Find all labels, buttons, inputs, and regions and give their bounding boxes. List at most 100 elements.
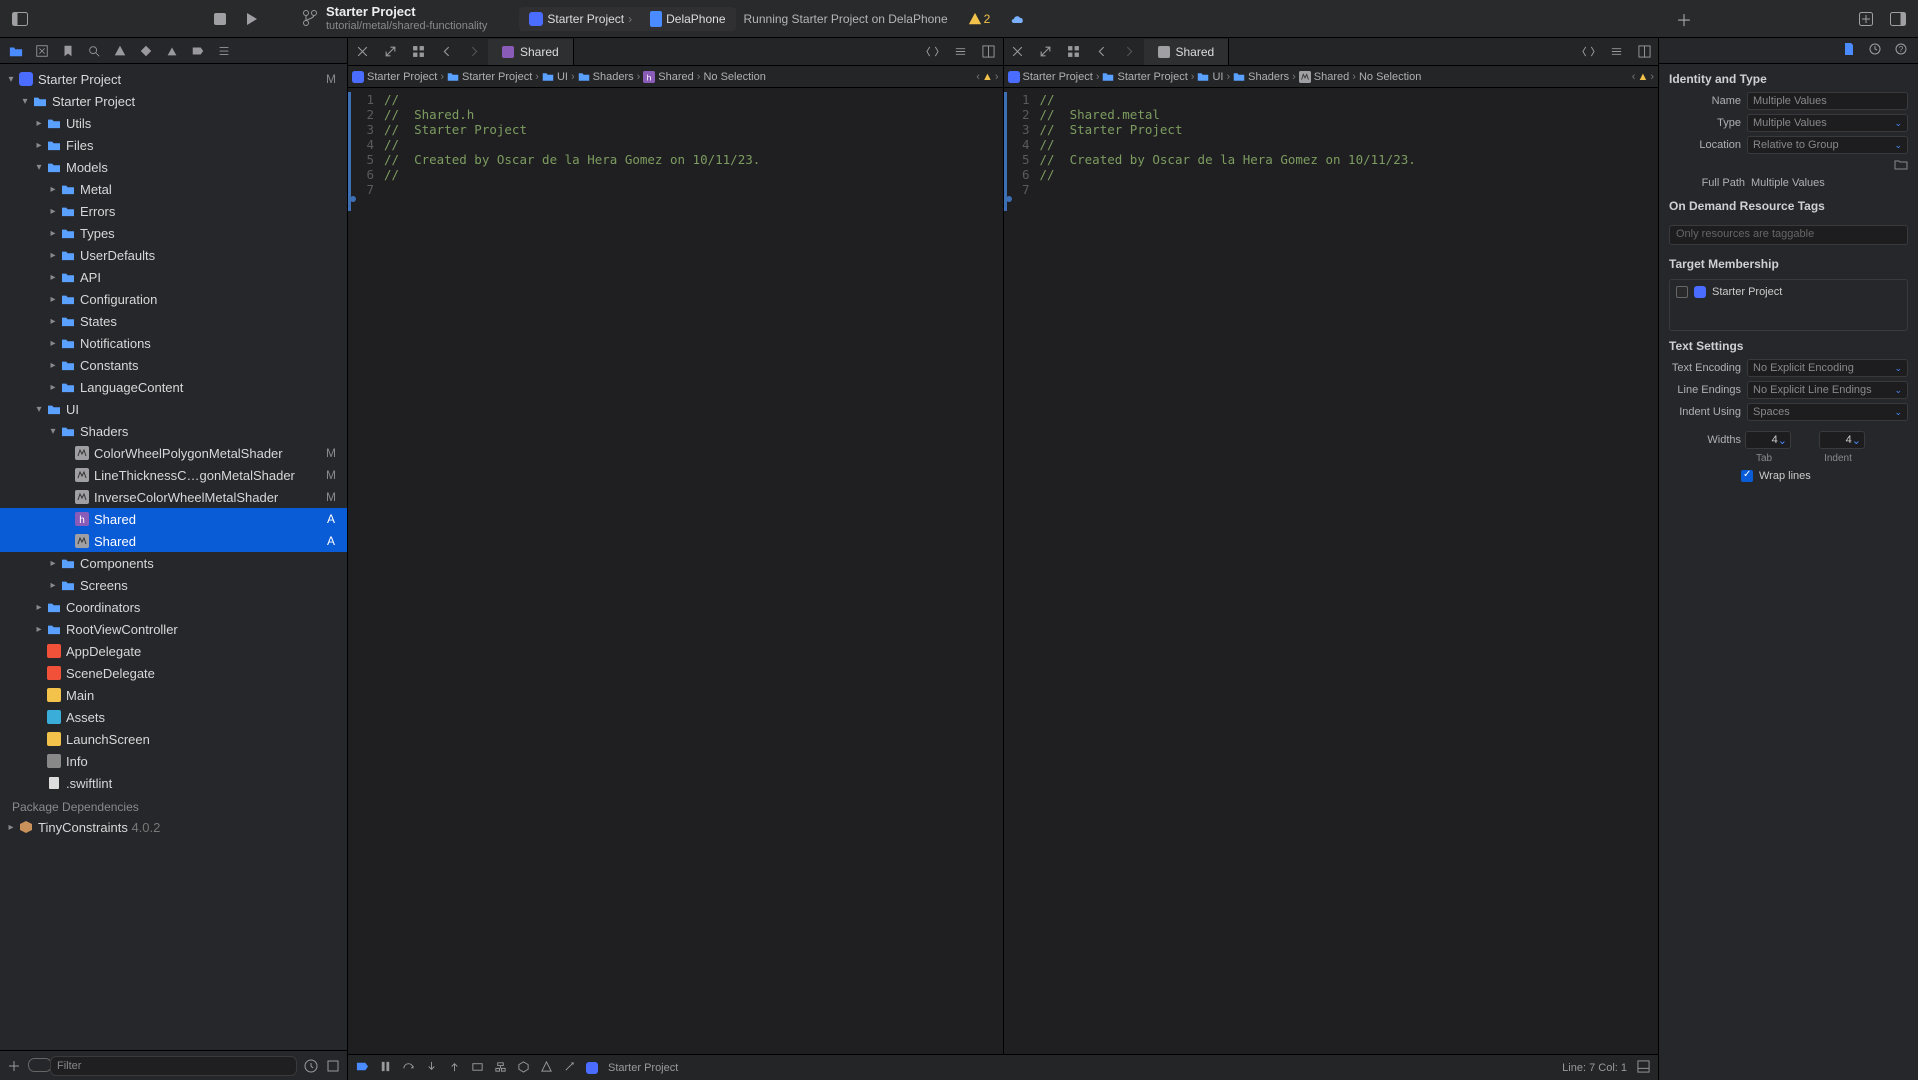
related-items-button[interactable] xyxy=(1060,38,1088,65)
source-control-navigator-tab[interactable] xyxy=(34,43,50,59)
related-items-button[interactable] xyxy=(404,38,432,65)
environment-overrides-button[interactable] xyxy=(540,1060,553,1076)
code-line[interactable]: 4// xyxy=(1004,137,1659,152)
tree-node[interactable]: ▸API xyxy=(0,266,347,288)
target-checkbox[interactable] xyxy=(1676,286,1688,298)
step-into-button[interactable] xyxy=(448,1060,461,1076)
tree-node[interactable]: .swiftlint xyxy=(0,772,347,794)
disclosure-triangle[interactable]: ▾ xyxy=(34,162,44,173)
tree-node[interactable]: ColorWheelPolygonMetalShaderM xyxy=(0,442,347,464)
tab-width-stepper[interactable]: 4 ⌄ xyxy=(1745,431,1791,449)
issues-button[interactable]: 2 xyxy=(968,12,991,26)
library-button[interactable] xyxy=(1854,7,1878,31)
encoding-select[interactable]: No Explicit Encoding⌄ xyxy=(1747,359,1908,377)
issues-navigator-tab[interactable] xyxy=(112,43,128,59)
tree-node[interactable]: ▸Metal xyxy=(0,178,347,200)
add-file-button[interactable] xyxy=(6,1058,22,1074)
wrap-lines-checkbox[interactable] xyxy=(1741,470,1753,482)
code-line[interactable]: 7 xyxy=(1004,182,1659,197)
toggle-inspector-button[interactable] xyxy=(1886,7,1910,31)
jumpbar-prev[interactable]: ‹ xyxy=(1632,71,1636,83)
toggle-navigator-button[interactable] xyxy=(8,7,32,31)
tree-node[interactable]: ▸Utils xyxy=(0,112,347,134)
adjust-editor-options-button[interactable] xyxy=(947,38,975,65)
jumpbar-crumb[interactable]: Shaders xyxy=(1233,71,1289,83)
odr-tags-field[interactable]: Only resources are taggable xyxy=(1669,225,1908,245)
disclosure-triangle[interactable]: ▸ xyxy=(48,272,58,283)
jumpbar-prev[interactable]: ‹ xyxy=(976,71,980,83)
jumpbar-crumb[interactable]: Shared xyxy=(1299,71,1349,83)
code-line[interactable]: 6// xyxy=(348,167,1003,182)
disclosure-triangle[interactable]: ▸ xyxy=(48,580,58,591)
tree-node[interactable]: ▸Files xyxy=(0,134,347,156)
tree-node[interactable]: SharedA xyxy=(0,530,347,552)
disclosure-triangle[interactable]: ▸ xyxy=(48,294,58,305)
code-line[interactable]: 1// xyxy=(348,92,1003,107)
close-tab-button[interactable] xyxy=(348,38,376,65)
tree-node[interactable]: ▸Constants xyxy=(0,354,347,376)
tree-node[interactable]: ▾Starter ProjectM xyxy=(0,68,347,90)
close-tab-button[interactable] xyxy=(1004,38,1032,65)
disclosure-triangle[interactable]: ▸ xyxy=(48,316,58,327)
disclosure-triangle[interactable]: ▸ xyxy=(48,250,58,261)
adjust-editor-options-button[interactable] xyxy=(1602,38,1630,65)
add-editor-tab-button[interactable]: ＋ xyxy=(1670,7,1698,31)
step-over-button[interactable] xyxy=(425,1060,438,1076)
tree-node[interactable]: ▸TinyConstraints 4.0.2 xyxy=(0,816,347,838)
disclosure-triangle[interactable]: ▾ xyxy=(6,74,16,85)
tree-node[interactable]: ▸LanguageContent xyxy=(0,376,347,398)
tree-node[interactable]: AppDelegate xyxy=(0,640,347,662)
code-line[interactable]: 5// Created by Oscar de la Hera Gomez on… xyxy=(348,152,1003,167)
disclosure-triangle[interactable]: ▸ xyxy=(34,140,44,151)
indent-width-stepper[interactable]: 4 ⌄ xyxy=(1819,431,1865,449)
tree-node[interactable]: LaunchScreen xyxy=(0,728,347,750)
tree-node[interactable]: ▸Notifications xyxy=(0,332,347,354)
memory-graph-button[interactable] xyxy=(517,1060,530,1076)
tree-node[interactable]: hSharedA xyxy=(0,508,347,530)
forward-button[interactable] xyxy=(1116,38,1144,65)
tree-node[interactable]: ▾Shaders xyxy=(0,420,347,442)
cloud-status-button[interactable] xyxy=(1006,7,1030,31)
disclosure-triangle[interactable]: ▸ xyxy=(48,360,58,371)
tree-node[interactable]: ▸Coordinators xyxy=(0,596,347,618)
debug-target[interactable]: Starter Project xyxy=(608,1062,678,1074)
disclosure-triangle[interactable]: ▸ xyxy=(48,558,58,569)
expand-editor-button[interactable] xyxy=(376,38,404,65)
find-navigator-tab[interactable] xyxy=(86,43,102,59)
tree-node[interactable]: ▸States xyxy=(0,310,347,332)
jumpbar-crumb[interactable]: Starter Project xyxy=(1008,71,1093,83)
jumpbar-next[interactable]: › xyxy=(995,71,999,83)
project-navigator-tab[interactable] xyxy=(8,43,24,59)
history-inspector-tab[interactable] xyxy=(1868,42,1882,59)
disclosure-triangle[interactable]: ▸ xyxy=(48,206,58,217)
simulate-location-button[interactable] xyxy=(563,1060,576,1076)
tree-node[interactable]: ▾Models xyxy=(0,156,347,178)
tests-navigator-tab[interactable] xyxy=(138,43,154,59)
recent-filter-button[interactable] xyxy=(303,1058,319,1074)
toggle-breakpoints-button[interactable] xyxy=(356,1060,369,1076)
branch-name[interactable]: tutorial/metal/shared-functionality xyxy=(326,20,487,32)
code-line[interactable]: 2// Shared.metal xyxy=(1004,107,1659,122)
reports-navigator-tab[interactable] xyxy=(216,43,232,59)
jumpbar-crumb[interactable]: UI xyxy=(542,71,568,83)
code-line[interactable]: 4// xyxy=(348,137,1003,152)
disclosure-triangle[interactable]: ▸ xyxy=(34,602,44,613)
tree-node[interactable]: InverseColorWheelMetalShaderM xyxy=(0,486,347,508)
scm-status-filter-button[interactable] xyxy=(325,1058,341,1074)
add-assistant-button[interactable] xyxy=(975,38,1003,65)
breakpoints-navigator-tab[interactable] xyxy=(190,43,206,59)
tree-node[interactable]: ▸UserDefaults xyxy=(0,244,347,266)
choose-path-button[interactable] xyxy=(1894,158,1908,173)
name-field[interactable]: Multiple Values xyxy=(1747,92,1908,110)
jumpbar-warning[interactable]: ▲ xyxy=(1637,71,1648,83)
tree-node[interactable]: Assets xyxy=(0,706,347,728)
tab-shared-metal[interactable]: Shared xyxy=(1144,38,1230,65)
toggle-review-button[interactable] xyxy=(919,38,947,65)
jumpbar-crumb[interactable]: Shaders xyxy=(578,71,634,83)
jumpbar-next[interactable]: › xyxy=(1650,71,1654,83)
tree-node[interactable]: ▾Starter Project xyxy=(0,90,347,112)
pause-button[interactable] xyxy=(379,1060,392,1076)
jumpbar-warning[interactable]: ▲ xyxy=(982,71,993,83)
bookmarks-navigator-tab[interactable] xyxy=(60,43,76,59)
code-line[interactable]: 6// xyxy=(1004,167,1659,182)
